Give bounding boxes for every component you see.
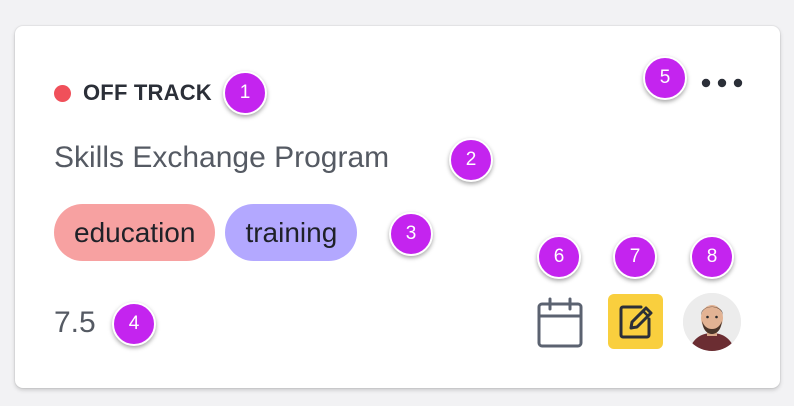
annotation-marker-6: 6 (537, 235, 581, 279)
calendar-button[interactable] (535, 296, 585, 350)
more-horizontal-icon (701, 78, 743, 88)
avatar[interactable] (683, 293, 741, 351)
tag-list: education training (54, 204, 358, 261)
card-title[interactable]: Skills Exchange Program (54, 141, 389, 175)
more-options-button[interactable] (694, 68, 750, 98)
status-label: OFF TRACK (83, 80, 212, 105)
avatar-photo (683, 293, 741, 351)
annotation-marker-3: 3 (389, 212, 433, 256)
annotation-marker-1: 1 (223, 71, 267, 115)
tag-education[interactable]: education (54, 204, 216, 261)
edit-note-button[interactable] (608, 294, 663, 349)
annotation-marker-8: 8 (690, 235, 734, 279)
status-dot (54, 84, 71, 102)
annotation-marker-2: 2 (449, 138, 493, 182)
annotation-marker-7: 7 (613, 235, 657, 279)
tag-training[interactable]: training (225, 204, 358, 261)
status-indicator: OFF TRACK (54, 80, 212, 106)
score-value: 7.5 (54, 306, 96, 339)
edit-note-icon (619, 305, 652, 338)
annotation-marker-4: 4 (112, 302, 156, 346)
annotation-marker-5: 5 (643, 56, 687, 100)
calendar-icon (537, 297, 583, 348)
